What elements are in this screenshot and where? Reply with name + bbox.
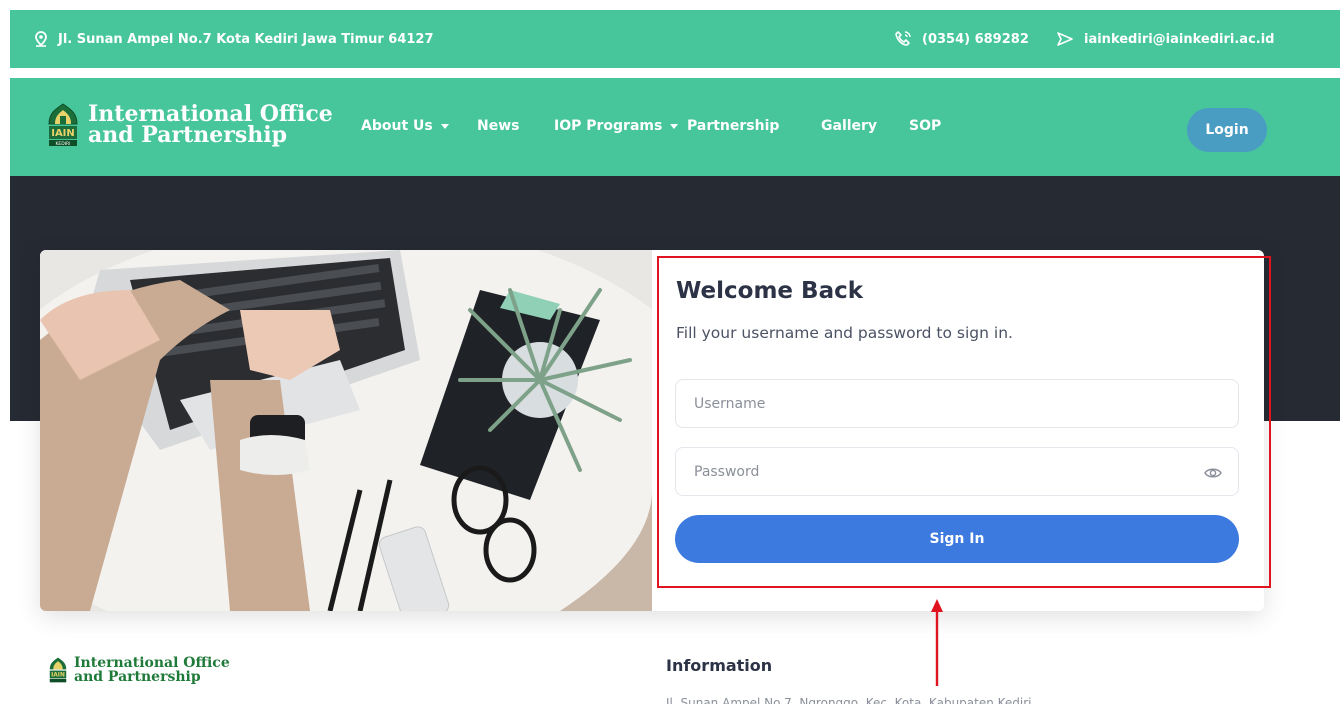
login-subtitle: Fill your username and password to sign … — [676, 324, 1013, 342]
svg-text:IAIN: IAIN — [51, 672, 65, 678]
nav-partnership-label: Partnership — [687, 118, 780, 134]
logo-line2: and Partnership — [88, 122, 287, 148]
email-item[interactable]: iainkediri@iainkediri.ac.id — [1056, 10, 1274, 68]
welcome-title: Welcome Back — [676, 278, 864, 304]
svg-text:KEDIRI: KEDIRI — [55, 141, 70, 147]
contact-bar: Jl. Sunan Ampel No.7 Kota Kediri Jawa Ti… — [10, 10, 1340, 68]
nav-partnership[interactable]: Partnership — [687, 118, 779, 134]
footer-logo-line2: and Partnership — [74, 669, 201, 685]
login-card: Welcome Back Fill your username and pass… — [40, 250, 1264, 611]
site-logo[interactable]: IAIN KEDIRI International Office and Par… — [46, 102, 333, 148]
sign-in-button[interactable]: Sign In — [675, 515, 1239, 563]
nav-gallery[interactable]: Gallery — [821, 118, 877, 134]
arrow-up-icon — [931, 599, 943, 686]
eye-icon[interactable] — [1204, 464, 1222, 482]
email-text: iainkediri@iainkediri.ac.id — [1084, 31, 1275, 47]
nav-about-us[interactable]: About Us — [361, 118, 449, 134]
location-pin-icon — [35, 31, 47, 47]
username-field[interactable] — [675, 379, 1239, 428]
caret-down-icon — [440, 123, 449, 129]
send-icon — [1057, 32, 1073, 46]
nav-news[interactable]: News — [477, 118, 519, 134]
footer-logo-title: International Office and Partnership — [74, 656, 230, 684]
workspace-illustration — [40, 250, 652, 611]
login-form: Welcome Back Fill your username and pass… — [676, 272, 1240, 342]
phone-icon — [895, 31, 911, 46]
password-input[interactable] — [676, 448, 1238, 495]
password-field[interactable] — [675, 447, 1239, 496]
nav-gallery-label: Gallery — [821, 118, 878, 134]
workspace-photo — [40, 250, 652, 611]
svg-text:IAIN: IAIN — [51, 128, 75, 139]
address-text: Jl. Sunan Ampel No.7 Kota Kediri Jawa Ti… — [58, 31, 434, 47]
login-button[interactable]: Login — [1187, 108, 1267, 152]
nav-iop-programs[interactable]: IOP Programs — [554, 118, 679, 134]
footer-address: Jl. Sunan Ampel No.7, Ngronggo, Kec. Kot… — [666, 696, 1043, 704]
page: Jl. Sunan Ampel No.7 Kota Kediri Jawa Ti… — [0, 0, 1340, 704]
logo-title: International Office and Partnership — [88, 103, 333, 148]
nav-about-us-label: About Us — [361, 118, 433, 134]
footer-logo[interactable]: IAIN International Office and Partnershi… — [48, 656, 230, 684]
phone-item[interactable]: (0354) 689282 — [894, 10, 1029, 68]
navbar: IAIN KEDIRI International Office and Par… — [10, 78, 1340, 176]
username-input[interactable] — [676, 380, 1238, 427]
footer-info-title: Information — [666, 656, 773, 675]
footer-logo-line1: International Office — [74, 655, 230, 671]
nav-sop[interactable]: SOP — [909, 118, 941, 134]
caret-down-icon — [670, 123, 679, 129]
iain-logo-icon: IAIN KEDIRI — [48, 103, 78, 147]
nav-sop-label: SOP — [909, 118, 942, 134]
nav-news-label: News — [477, 118, 520, 134]
iain-logo-icon: IAIN — [49, 657, 67, 683]
phone-text: (0354) 689282 — [922, 31, 1029, 47]
nav-iop-programs-label: IOP Programs — [554, 118, 663, 134]
address-item: Jl. Sunan Ampel No.7 Kota Kediri Jawa Ti… — [34, 10, 434, 68]
